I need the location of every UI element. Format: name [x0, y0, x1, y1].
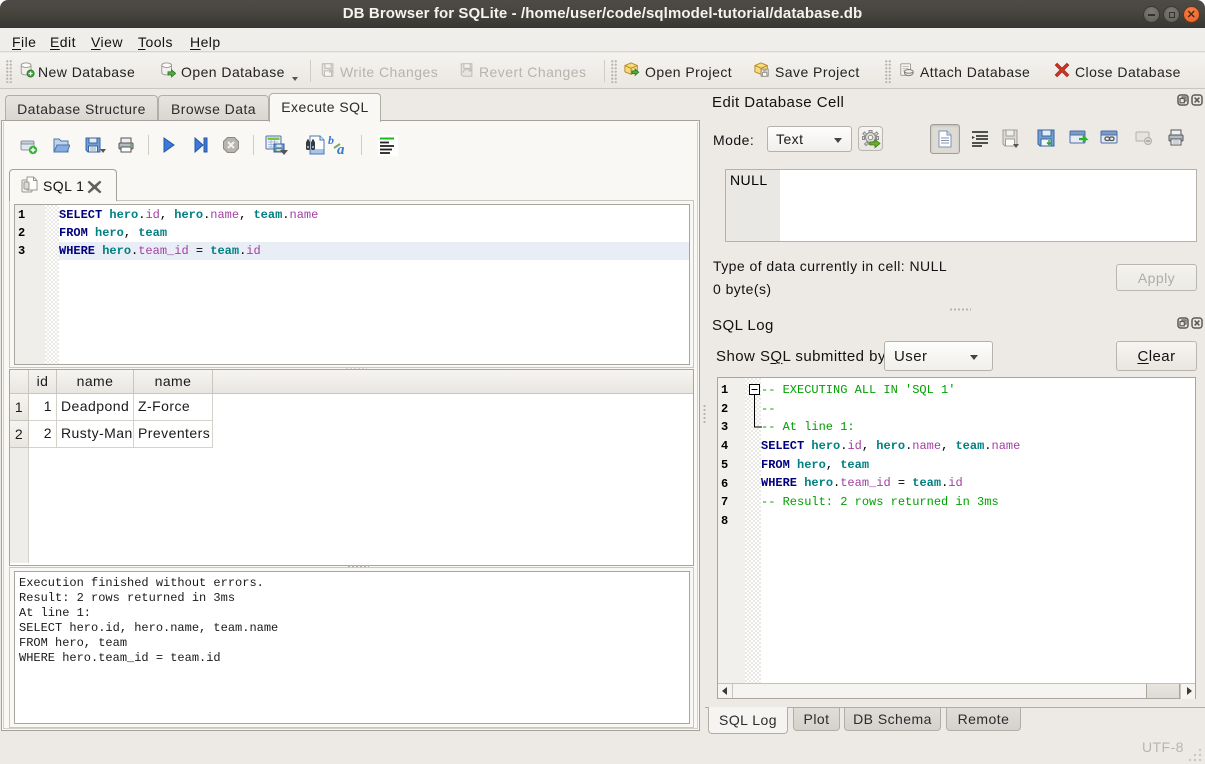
svg-text:b: b	[328, 134, 334, 147]
